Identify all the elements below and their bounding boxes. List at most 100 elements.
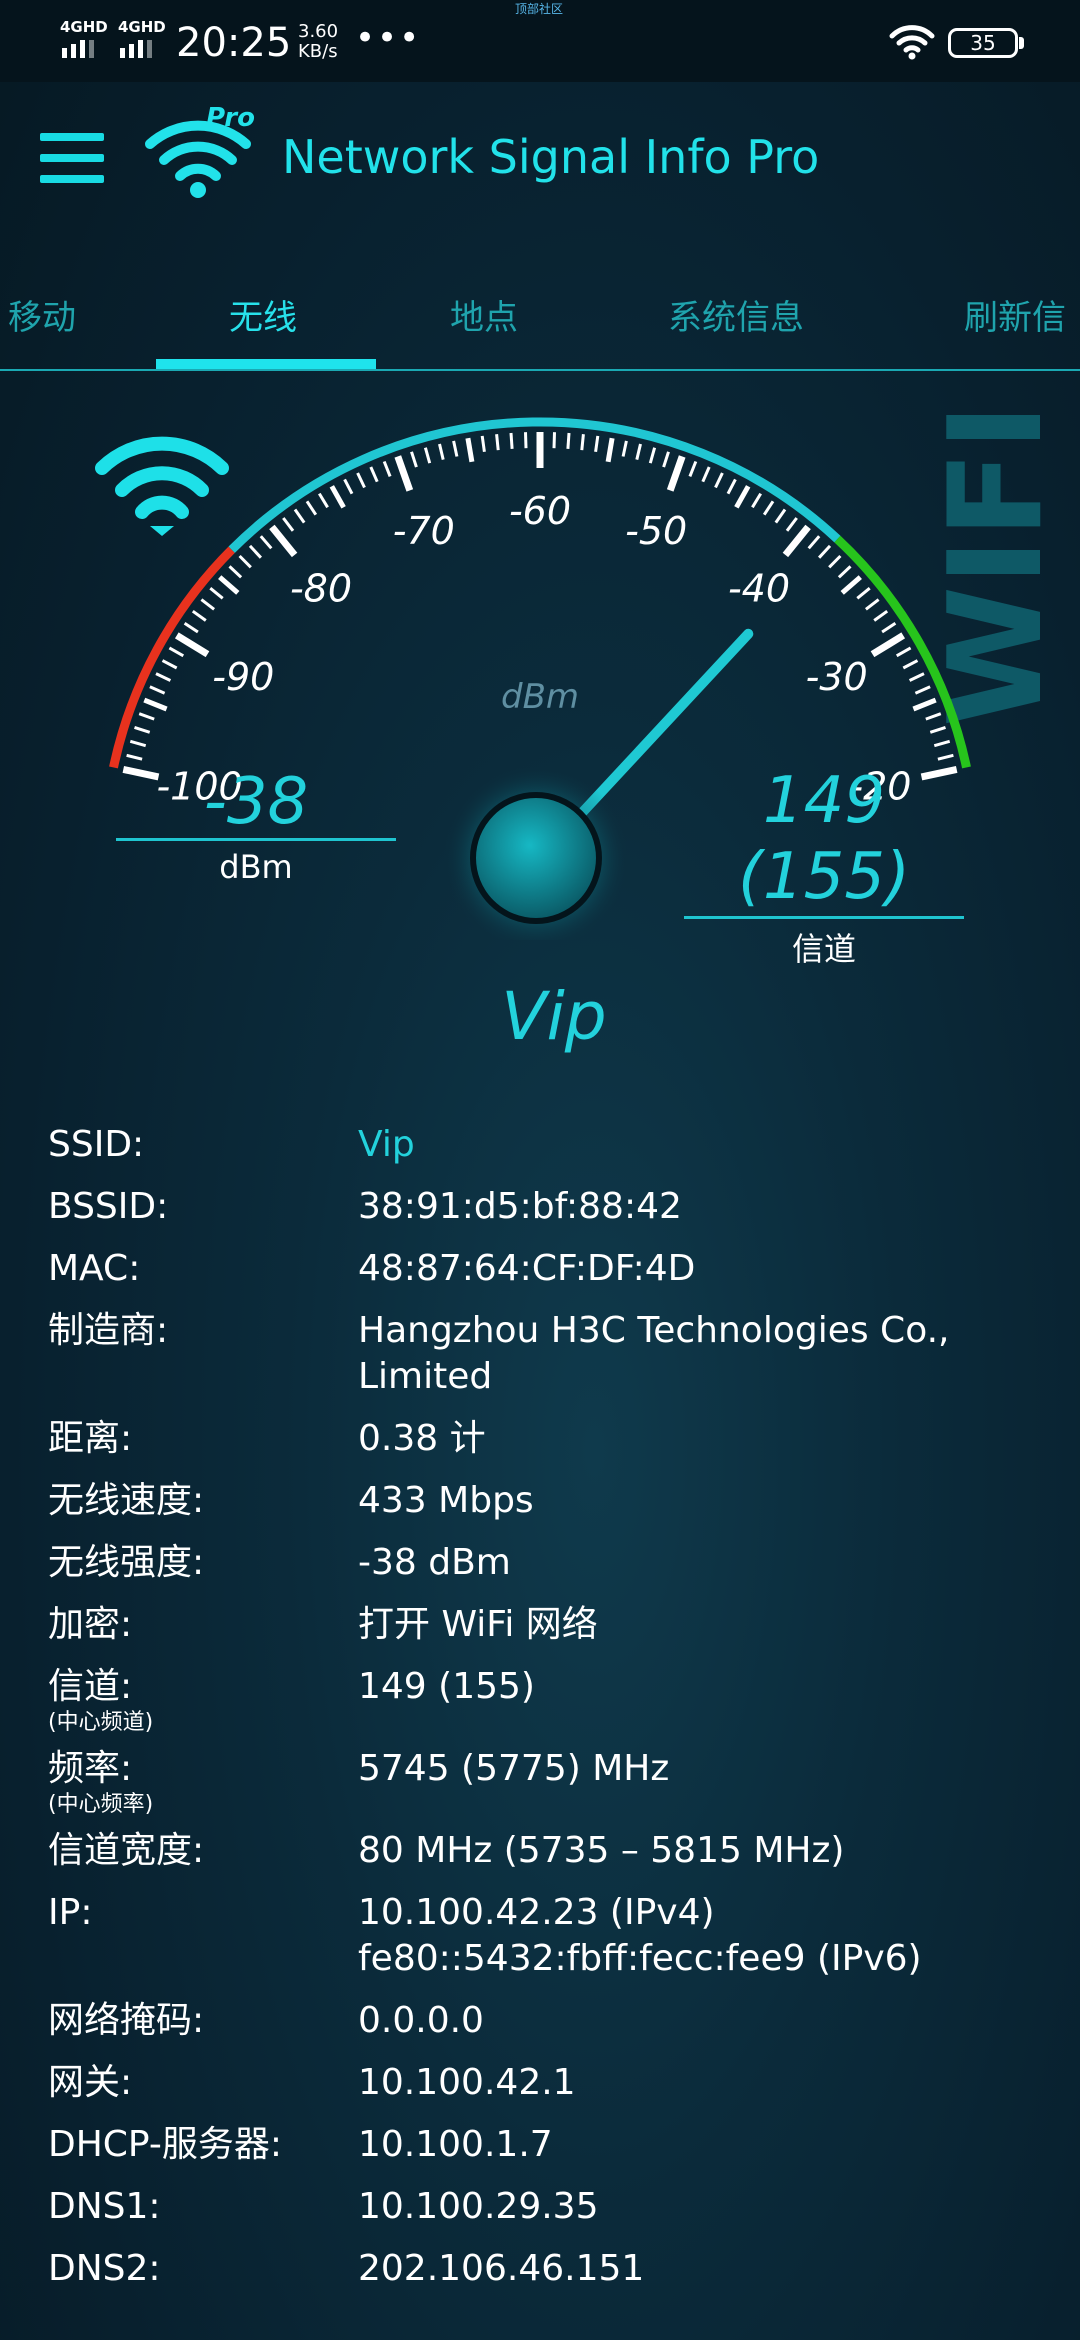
info-row: IP: 10.100.42.23 (IPv4) fe80::5432:fbff:fe…	[0, 1890, 1080, 1982]
info-key-label: DNS2:	[48, 2248, 161, 2289]
info-key-label: 制造商:	[48, 1310, 169, 1351]
info-value-text: -38 dBm	[358, 1542, 511, 1583]
gauge-tick	[870, 632, 906, 658]
info-row: DHCP-服务器: 10.100.1.7	[0, 2122, 1080, 2168]
logo-badge: Pro	[206, 103, 255, 133]
tab-mobile[interactable]: 移动	[8, 290, 76, 339]
gauge-tick	[495, 434, 500, 451]
gauge-tick	[293, 508, 306, 524]
info-row: 信道: (中心频道) 149 (155)	[0, 1664, 1080, 1736]
menu-icon[interactable]	[40, 133, 104, 183]
battery-level: 35	[970, 31, 996, 55]
info-value-text-2: fe80::5432:fbff:fecc:fee9 (IPv6)	[358, 1938, 922, 1979]
signal-bars-1-icon	[62, 40, 94, 58]
info-key: 信道: (中心频道)	[0, 1664, 358, 1736]
gauge-tick	[269, 524, 298, 558]
info-value: 打开 WiFi 网络	[358, 1602, 1080, 1648]
gauge-tick	[566, 432, 571, 450]
gauge-tick	[200, 598, 216, 611]
gauge-tick	[191, 609, 207, 622]
info-value: 48:87:64:CF:DF:4D	[358, 1246, 1080, 1292]
info-key-label: 网络掩码:	[48, 2000, 205, 2041]
info-value: 0.38 计	[358, 1416, 1080, 1462]
info-row: DNS2: 202.106.46.151	[0, 2246, 1080, 2292]
gauge-tick	[662, 451, 670, 468]
gauge-tick	[329, 485, 346, 509]
network-type-2: 4GHD	[118, 18, 166, 36]
tab-refresh[interactable]: 刷新信	[964, 290, 1066, 339]
info-value: 10.100.29.35	[358, 2184, 1080, 2230]
gauge-tick	[807, 535, 821, 550]
clock: 20:25	[176, 20, 292, 66]
info-key-label: SSID:	[48, 1124, 145, 1165]
info-key: 网关:	[0, 2060, 358, 2106]
info-key-sublabel: (中心频道)	[48, 1710, 154, 1735]
info-key-label: 信道宽度:	[48, 1830, 205, 1871]
gauge-tick	[394, 455, 414, 492]
gauge-tick	[343, 478, 354, 495]
gauge-tick-label: -60	[509, 489, 571, 533]
info-key-label: 网关:	[48, 2062, 133, 2103]
info-row: BSSID: 38:91:d5:bf:88:42	[0, 1184, 1080, 1230]
info-value-text: 10.100.42.1	[358, 2062, 576, 2103]
info-value: 10.100.1.7	[358, 2122, 1080, 2168]
gauge-tick	[356, 472, 366, 489]
info-key: DNS1:	[0, 2184, 358, 2230]
info-row: 信道宽度: 80 MHz (5735 – 5815 MHz)	[0, 1828, 1080, 1874]
info-value-text: Vip	[358, 1124, 415, 1165]
tab-wireless[interactable]: 无线	[229, 290, 297, 339]
battery-icon: 35	[948, 28, 1018, 58]
signal-bars-2-icon	[120, 40, 152, 58]
info-value: 10.100.42.23 (IPv4) fe80::5432:fbff:fecc:…	[358, 1890, 1080, 1982]
gauge-tick-label: -30	[806, 655, 868, 699]
gauge-tick-label: -40	[728, 567, 790, 611]
info-key-label: 信道:	[48, 1666, 133, 1707]
gauge-tick	[605, 437, 615, 463]
gauge-tick	[168, 646, 185, 658]
gauge-hub	[470, 792, 602, 924]
gauge-tick	[552, 432, 556, 449]
info-value: Vip	[358, 1122, 1080, 1168]
active-tab-indicator	[156, 359, 376, 369]
gauge-tick	[908, 672, 925, 682]
tab-system-info[interactable]: 系统信息	[668, 290, 804, 339]
gauge-tick	[688, 460, 698, 477]
gauge-tick	[925, 712, 942, 721]
info-key: IP:	[0, 1890, 358, 1982]
info-key-label: 距离:	[48, 1418, 133, 1459]
gauge-tick	[282, 517, 295, 532]
info-value-text: 0.0.0.0	[358, 2000, 484, 2041]
info-value-text: 38:91:d5:bf:88:42	[358, 1186, 682, 1227]
info-key: DHCP-服务器:	[0, 2122, 358, 2168]
info-key: 制造商:	[0, 1308, 358, 1400]
gauge-tick	[635, 443, 642, 460]
gauge-tick	[305, 500, 318, 516]
tab-location[interactable]: 地点	[450, 290, 518, 339]
gauge-tick	[937, 753, 954, 761]
info-key: 无线强度:	[0, 1540, 358, 1586]
info-key: 频率: (中心频率)	[0, 1746, 358, 1818]
info-key-label: BSSID:	[48, 1186, 169, 1227]
info-value-text: 打开 WiFi 网络	[358, 1604, 598, 1645]
info-key: MAC:	[0, 1246, 358, 1292]
info-key-label: 无线强度:	[48, 1542, 205, 1583]
gauge-tick	[785, 517, 798, 532]
gauge-tick	[751, 492, 762, 509]
info-key: BSSID:	[0, 1184, 358, 1230]
gauge-tick	[138, 712, 155, 721]
info-value: 433 Mbps	[358, 1478, 1080, 1524]
info-value-text: 48:87:64:CF:DF:4D	[358, 1248, 696, 1289]
gauge-tick	[929, 725, 946, 734]
wifi-signal-icon	[95, 436, 229, 536]
tab-bar: 移动 无线 地点 系统信息 刷新信	[0, 290, 1080, 370]
info-row: DNS1: 10.100.29.35	[0, 2184, 1080, 2230]
channel-readout: 149 (155)	[684, 763, 964, 915]
gauge-ticks	[122, 432, 958, 781]
info-key: SSID:	[0, 1122, 358, 1168]
info-value-text: 80 MHz (5735 – 5815 MHz)	[358, 1830, 845, 1871]
info-value: 0.0.0.0	[358, 1998, 1080, 2044]
gauge-tick	[480, 435, 486, 453]
info-key: 加密:	[0, 1602, 358, 1648]
app-logo-wifi-icon: Pro	[145, 103, 255, 198]
info-value: 5745 (5775) MHz	[358, 1746, 1080, 1818]
